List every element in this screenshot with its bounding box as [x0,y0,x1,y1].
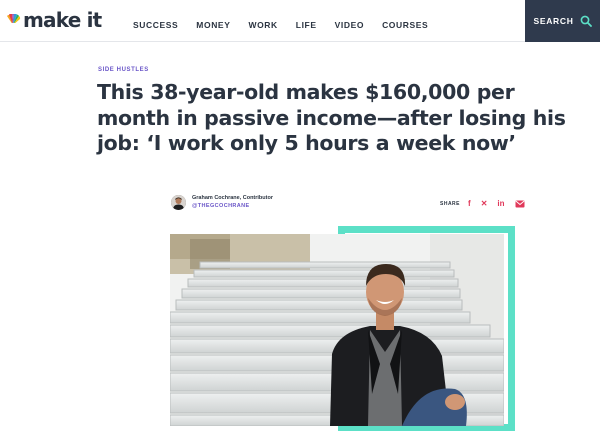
nav-item-work[interactable]: WORK [248,20,277,30]
byline-text: Graham Cochrane, Contributor @THEGCOCHRA… [192,194,273,210]
nav-item-money[interactable]: MONEY [196,20,230,30]
article-headline: This 38-year-old makes $160,000 per mont… [97,80,566,155]
facebook-icon[interactable]: f [468,199,471,208]
nav-item-courses[interactable]: COURSES [382,20,428,30]
linkedin-icon[interactable]: in [497,199,504,208]
search-icon [580,15,592,27]
hero-image [170,226,515,441]
site-header: make it SUCCESS MONEY WORK LIFE VIDEO CO… [0,0,600,42]
author-avatar[interactable] [171,194,186,210]
brand-name: make it [23,8,102,32]
author-name: Graham Cochrane, Contributor [192,195,273,201]
author-avatar-image [171,194,186,210]
share-label: SHARE [440,200,461,207]
search-label: SEARCH [533,16,574,26]
article-kicker[interactable]: SIDE HUSTLES [98,67,149,73]
share-bar: SHARE f ✕ in [440,199,525,208]
email-icon[interactable] [515,200,525,208]
main-nav: SUCCESS MONEY WORK LIFE VIDEO COURSES [133,20,446,30]
byline: Graham Cochrane, Contributor @THEGCOCHRA… [171,194,273,210]
x-twitter-icon[interactable]: ✕ [481,199,488,208]
nav-item-life[interactable]: LIFE [296,20,317,30]
hero-photo [170,234,504,426]
author-handle[interactable]: @THEGCOCHRANE [192,202,273,210]
nav-item-success[interactable]: SUCCESS [133,20,178,30]
nav-item-video[interactable]: VIDEO [335,20,364,30]
peacock-icon [7,14,21,26]
search-button[interactable]: SEARCH [525,0,600,42]
hero-photo-illustration [170,234,504,426]
cnbc-make-it-logo[interactable]: make it [5,8,102,32]
